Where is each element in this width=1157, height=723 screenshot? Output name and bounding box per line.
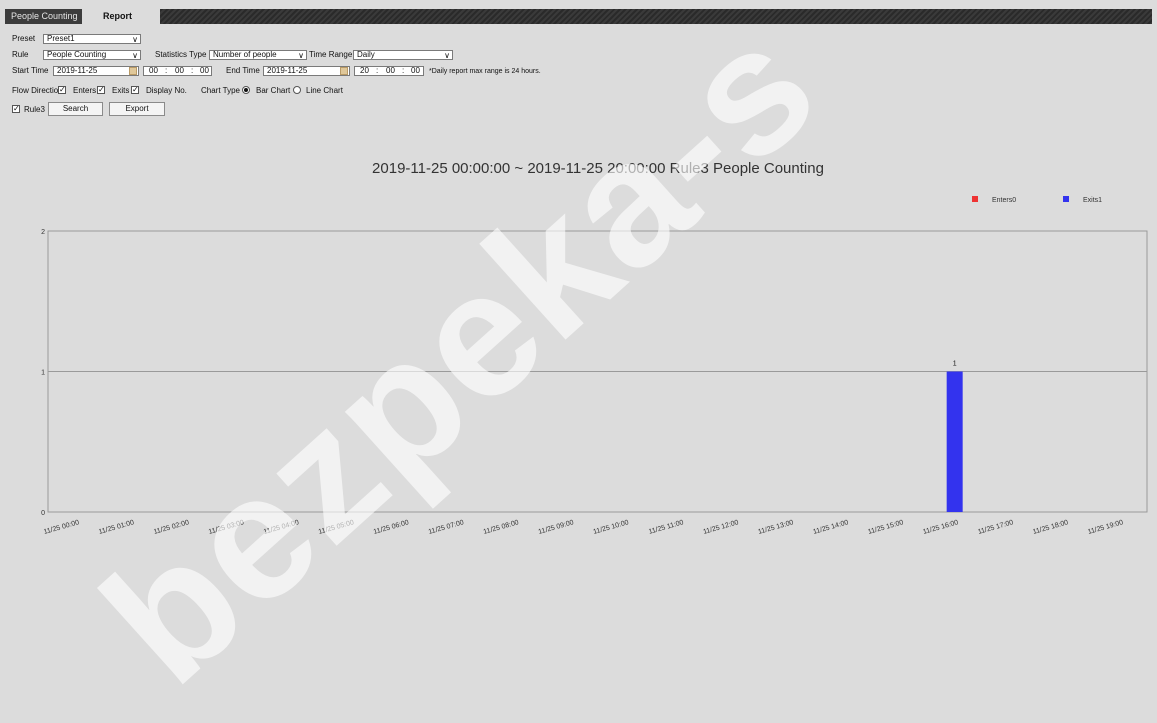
x-tick-label: 11/25 16:00 (922, 519, 959, 536)
x-tick-label: 11/25 18:00 (1032, 519, 1069, 536)
x-tick-label: 11/25 02:00 (153, 519, 190, 536)
x-tick-label: 11/25 04:00 (263, 519, 300, 536)
x-tick-label: 11/25 10:00 (593, 519, 630, 536)
bar-series (946, 371, 963, 512)
people-counting-chart: 2019-11-25 00:00:00 ~ 2019-11-25 20:00:0… (41, 160, 1148, 536)
x-tick-label: 11/25 00:00 (43, 519, 80, 536)
chart-legend: Enters0 Exits1 (972, 196, 1102, 204)
y-tick-label: 0 (41, 510, 45, 517)
y-tick-label: 1 (41, 370, 45, 377)
legend-swatch-enters0 (972, 196, 978, 202)
x-tick-label: 11/25 03:00 (208, 519, 245, 536)
x-tick-label: 11/25 06:00 (373, 519, 410, 536)
x-axis-ticks: 11/25 00:00 11/25 01:00 11/25 02:00 11/25 0… (43, 519, 1124, 536)
x-tick-label: 11/25 09:00 (538, 519, 575, 536)
legend-label-enters0: Enters0 (992, 197, 1016, 204)
x-tick-label: 11/25 01:00 (98, 519, 135, 536)
legend-label-exits1: Exits1 (1083, 197, 1102, 204)
x-tick-label: 11/25 07:00 (428, 519, 465, 536)
x-tick-label: 11/25 19:00 (1087, 519, 1124, 536)
chart-title: 2019-11-25 00:00:00 ~ 2019-11-25 20:00:0… (372, 160, 824, 177)
x-tick-label: 11/25 17:00 (977, 519, 1014, 536)
y-tick-label: 2 (41, 229, 45, 236)
x-tick-label: 11/25 08:00 (483, 519, 520, 536)
bar-value-label: 1 (953, 361, 957, 368)
x-tick-label: 11/25 13:00 (757, 519, 794, 536)
legend-swatch-exits1 (1063, 196, 1069, 202)
bar-exits1 (946, 371, 963, 512)
y-axis-ticks: 0 1 2 (41, 229, 45, 517)
x-tick-label: 11/25 05:00 (318, 519, 355, 536)
x-tick-label: 11/25 15:00 (867, 519, 904, 536)
x-tick-label: 11/25 11:00 (648, 519, 685, 536)
value-labels: 1 (953, 361, 957, 368)
x-tick-label: 11/25 14:00 (812, 519, 849, 536)
x-tick-label: 11/25 12:00 (702, 519, 739, 536)
